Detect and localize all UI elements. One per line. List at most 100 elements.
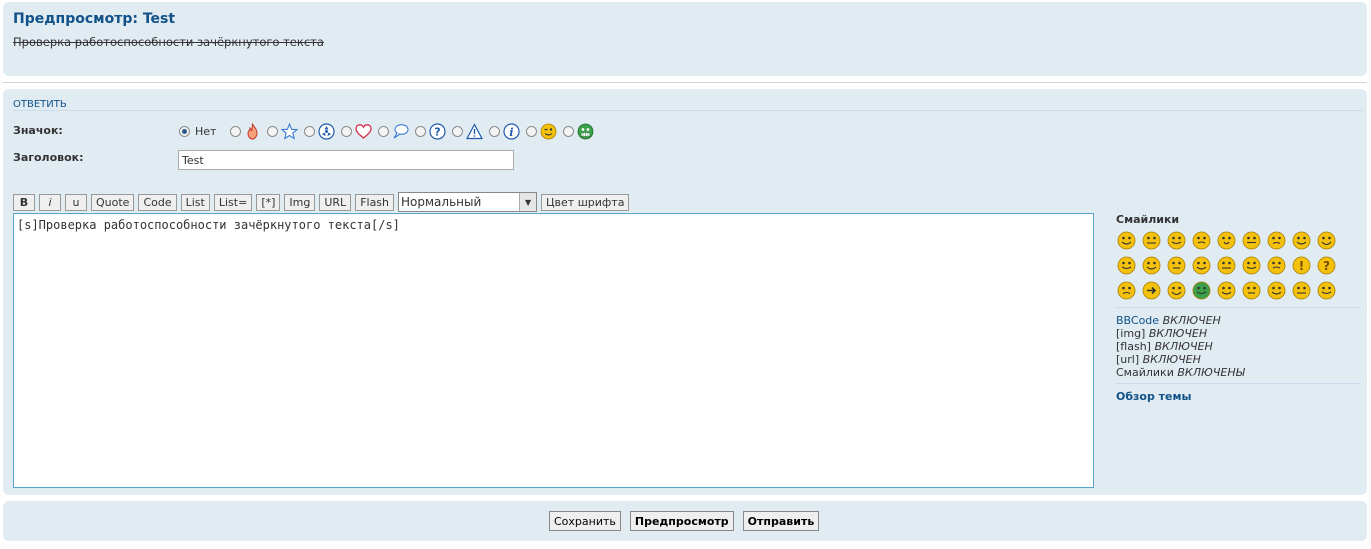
- bold-button[interactable]: B: [13, 193, 35, 211]
- icon-option-wink[interactable]: [526, 123, 557, 140]
- subject-input[interactable]: [178, 150, 514, 170]
- grin-icon: [578, 123, 594, 139]
- smiley-icon[interactable]: [1291, 280, 1312, 301]
- svg-text:?: ?: [1323, 259, 1330, 273]
- flash-status: [flash] ВКЛЮЧЕН: [1116, 340, 1361, 353]
- chevron-down-icon: ▼: [519, 193, 537, 211]
- smiley-icon[interactable]: !: [1291, 255, 1312, 276]
- font-size-select[interactable]: Нормальный ▼: [398, 192, 538, 212]
- radio-speech[interactable]: [378, 125, 390, 137]
- italic-button[interactable]: i: [39, 193, 61, 211]
- icon-option-warning[interactable]: [452, 122, 484, 140]
- smiley-icon[interactable]: [1191, 280, 1212, 301]
- preview-button[interactable]: Предпросмотр: [629, 511, 734, 531]
- smiley-icon[interactable]: [1191, 255, 1212, 276]
- url-button[interactable]: URL: [319, 193, 352, 211]
- message-textarea[interactable]: [s]Проверка работоспособности зачёркнуто…: [13, 213, 1094, 488]
- icon-option-none[interactable]: Нет: [179, 125, 224, 138]
- radio-none[interactable]: [179, 125, 190, 137]
- underline-button[interactable]: u: [65, 193, 87, 211]
- smiley-icon[interactable]: [1116, 280, 1137, 301]
- icon-option-question[interactable]: ?: [415, 122, 447, 140]
- smiley-icon[interactable]: [1141, 255, 1162, 276]
- smilies-grid: !?: [1116, 230, 1346, 305]
- save-button[interactable]: Сохранить: [549, 511, 621, 531]
- flash-state: ВКЛЮЧЕН: [1154, 340, 1213, 353]
- radio-star[interactable]: [267, 125, 279, 137]
- info-icon: i: [503, 122, 521, 140]
- list-button[interactable]: List: [180, 193, 210, 211]
- radio-info[interactable]: [489, 125, 501, 137]
- smiley-icon[interactable]: [1316, 280, 1337, 301]
- smiley-icon[interactable]: [1266, 230, 1287, 251]
- form-actions: Сохранить Предпросмотр Отправить: [549, 511, 828, 531]
- smilies-title: Смайлики: [1116, 213, 1180, 226]
- svg-text:!: !: [1299, 259, 1304, 273]
- smiley-icon[interactable]: [1316, 230, 1337, 251]
- smiley-icon[interactable]: [1166, 255, 1187, 276]
- star-icon: [281, 122, 299, 140]
- img-state: ВКЛЮЧЕН: [1148, 327, 1208, 340]
- url-status: [url] ВКЛЮЧЕН: [1116, 353, 1361, 366]
- icon-option-speech[interactable]: [378, 123, 410, 140]
- list-item-button[interactable]: [*]: [256, 193, 281, 211]
- smiley-icon[interactable]: [1141, 230, 1162, 251]
- radio-fire[interactable]: [230, 125, 242, 137]
- smiley-icon[interactable]: [1116, 255, 1137, 276]
- smiley-icon[interactable]: [1266, 255, 1287, 276]
- icon-option-star[interactable]: [267, 122, 299, 140]
- radio-warning[interactable]: [452, 125, 464, 137]
- quote-button[interactable]: Quote: [91, 193, 135, 211]
- smiley-icon[interactable]: [1166, 230, 1187, 251]
- code-button[interactable]: Code: [138, 193, 177, 211]
- reply-panel: ОТВЕТИТЬ Значок: Нет ? i Заголовок: Test…: [3, 89, 1367, 495]
- smilies-status-label: Смайлики: [1116, 366, 1174, 379]
- post-icon-selector: Нет ? i: [179, 122, 600, 140]
- icon-option-info[interactable]: i: [489, 122, 521, 140]
- smiley-wink-icon: [541, 123, 557, 139]
- url-state: ВКЛЮЧЕН: [1142, 353, 1201, 366]
- ordered-list-button[interactable]: List=: [213, 193, 253, 211]
- warning-icon: [466, 122, 484, 139]
- smiley-icon[interactable]: [1166, 280, 1187, 301]
- smiley-icon[interactable]: ?: [1316, 255, 1337, 276]
- smiley-icon[interactable]: [1116, 230, 1137, 251]
- icon-label: Значок:: [13, 124, 63, 137]
- smilies-sidebar: Смайлики !? BBCode ВКЛЮЧЕН [img] ВКЛЮЧЕН…: [1116, 213, 1361, 403]
- radio-wink[interactable]: [526, 125, 538, 137]
- radio-radioactive[interactable]: [304, 125, 316, 137]
- smiley-icon[interactable]: [1266, 280, 1287, 301]
- sidebar-rule: [1116, 383, 1361, 384]
- preview-body: Проверка работоспособности зачёркнутого …: [13, 35, 324, 49]
- smiley-icon[interactable]: [1241, 230, 1262, 251]
- smiley-icon[interactable]: [1241, 280, 1262, 301]
- radioactive-icon: [318, 122, 336, 140]
- icon-option-grin[interactable]: [563, 123, 594, 140]
- smiley-icon[interactable]: [1216, 255, 1237, 276]
- smiley-icon[interactable]: [1216, 280, 1237, 301]
- icon-option-heart[interactable]: [341, 123, 373, 140]
- submit-button[interactable]: Отправить: [742, 511, 820, 531]
- smilies-state: ВКЛЮЧЕНЫ: [1177, 366, 1245, 379]
- actions-panel: Сохранить Предпросмотр Отправить: [3, 501, 1367, 541]
- smiley-icon[interactable]: [1241, 255, 1262, 276]
- radio-grin[interactable]: [563, 125, 575, 137]
- flash-status-label: [flash]: [1116, 340, 1151, 353]
- bbcode-toolbar: B i u Quote Code List List= [*] Img URL …: [13, 192, 633, 212]
- font-color-button[interactable]: Цвет шрифта: [541, 193, 630, 211]
- flash-button[interactable]: Flash: [355, 193, 395, 211]
- topic-review-link[interactable]: Обзор темы: [1116, 390, 1361, 403]
- icon-option-fire[interactable]: [230, 122, 261, 140]
- radio-question[interactable]: [415, 125, 427, 137]
- smiley-icon[interactable]: [1216, 230, 1237, 251]
- smiley-icon[interactable]: [1141, 280, 1162, 301]
- icon-none-label: Нет: [195, 124, 217, 138]
- svg-text:?: ?: [435, 125, 441, 138]
- bbcode-link[interactable]: BBCode: [1116, 314, 1159, 327]
- smiley-icon[interactable]: [1191, 230, 1212, 251]
- smiley-icon[interactable]: [1291, 230, 1312, 251]
- img-button[interactable]: Img: [284, 193, 316, 211]
- icon-option-radioactive[interactable]: [304, 122, 336, 140]
- radio-heart[interactable]: [341, 125, 353, 137]
- message-text: [s]Проверка работоспособности зачёркнуто…: [17, 218, 400, 232]
